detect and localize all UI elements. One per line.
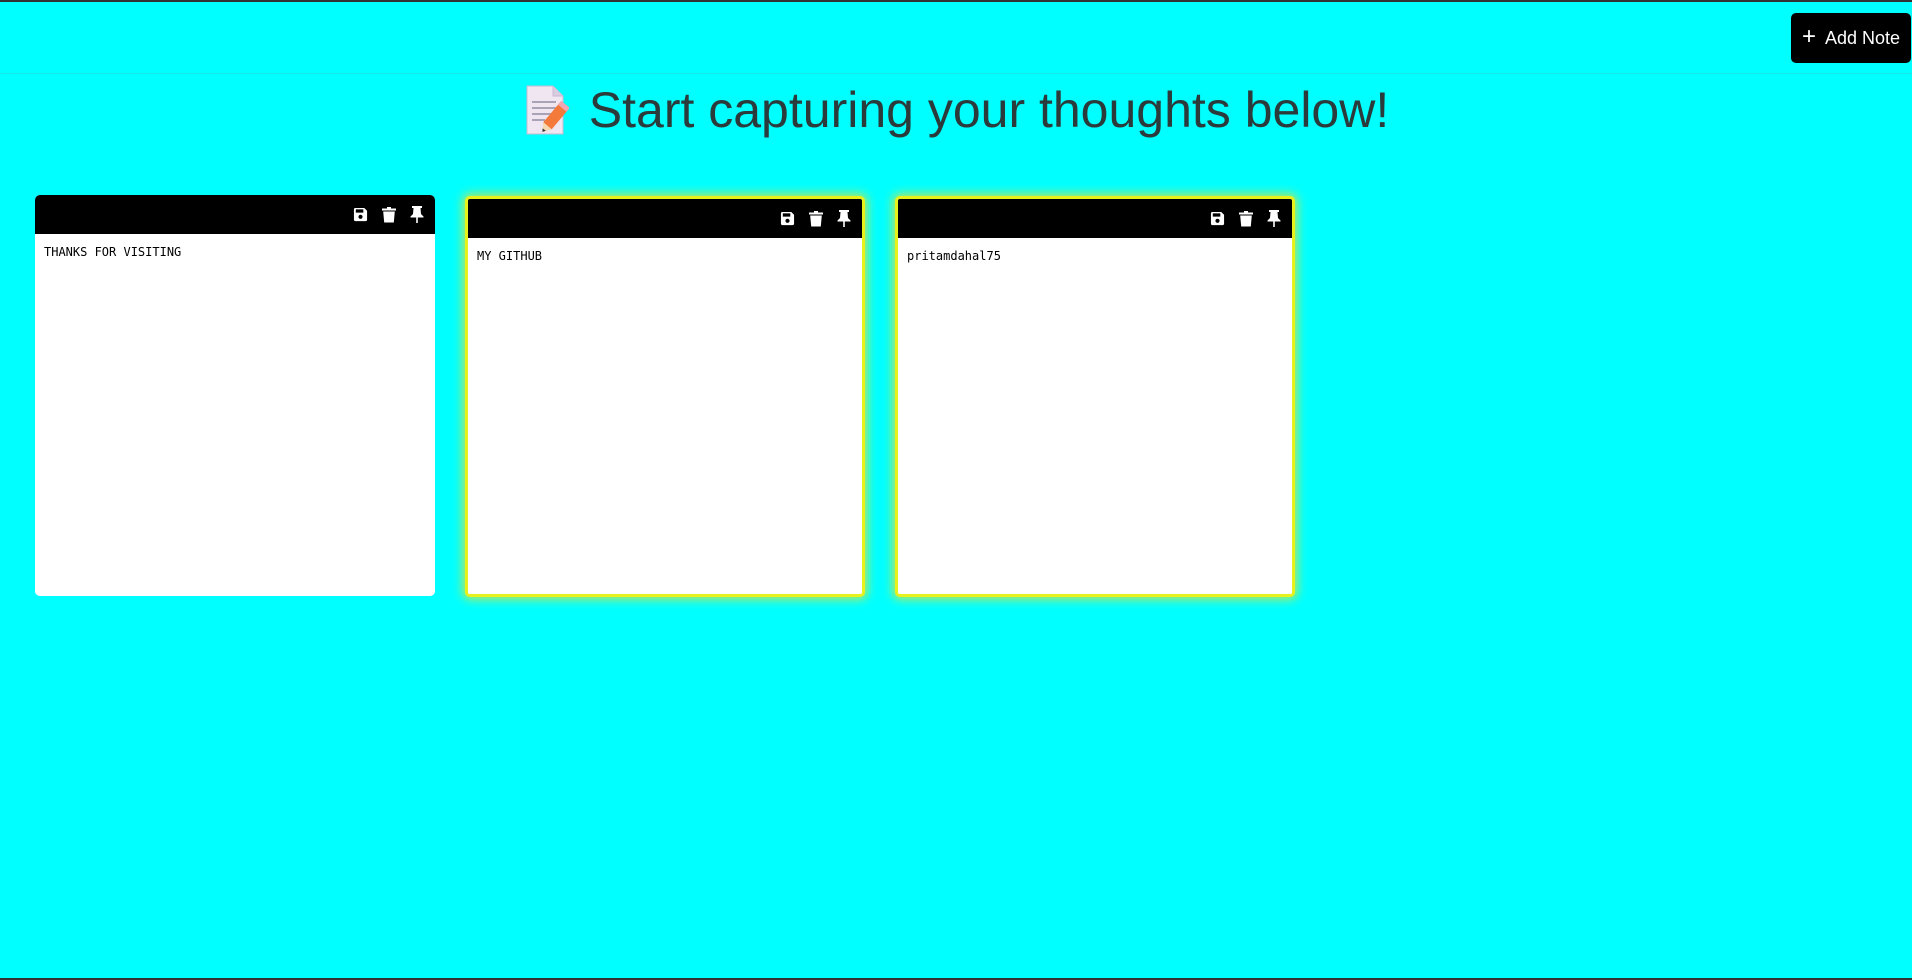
trash-icon[interactable] xyxy=(380,206,397,223)
plus-icon: + xyxy=(1801,23,1816,50)
pin-icon[interactable] xyxy=(408,206,425,223)
note-card xyxy=(895,196,1295,597)
add-note-button[interactable]: + Add Note xyxy=(1791,13,1911,63)
save-icon[interactable] xyxy=(1209,210,1226,227)
note-textarea[interactable] xyxy=(898,238,1292,594)
top-bar: + Add Note xyxy=(0,2,1912,74)
save-icon[interactable] xyxy=(779,210,796,227)
note-toolbar xyxy=(468,199,862,238)
memo-icon xyxy=(523,84,570,136)
save-icon[interactable] xyxy=(352,206,369,223)
note-textarea[interactable] xyxy=(35,234,435,596)
note-toolbar xyxy=(898,199,1292,238)
page-title-text: Start capturing your thoughts below! xyxy=(588,82,1390,138)
note-textarea[interactable] xyxy=(468,238,862,594)
pin-icon[interactable] xyxy=(835,210,852,227)
trash-icon[interactable] xyxy=(1237,210,1254,227)
note-card xyxy=(35,195,435,596)
trash-icon[interactable] xyxy=(807,210,824,227)
pin-icon[interactable] xyxy=(1265,210,1282,227)
note-card xyxy=(465,196,865,597)
page-title: Start capturing your thoughts below! xyxy=(0,78,1912,142)
note-toolbar xyxy=(35,195,435,234)
notes-container xyxy=(35,195,1295,597)
add-note-label: Add Note xyxy=(1824,27,1901,48)
